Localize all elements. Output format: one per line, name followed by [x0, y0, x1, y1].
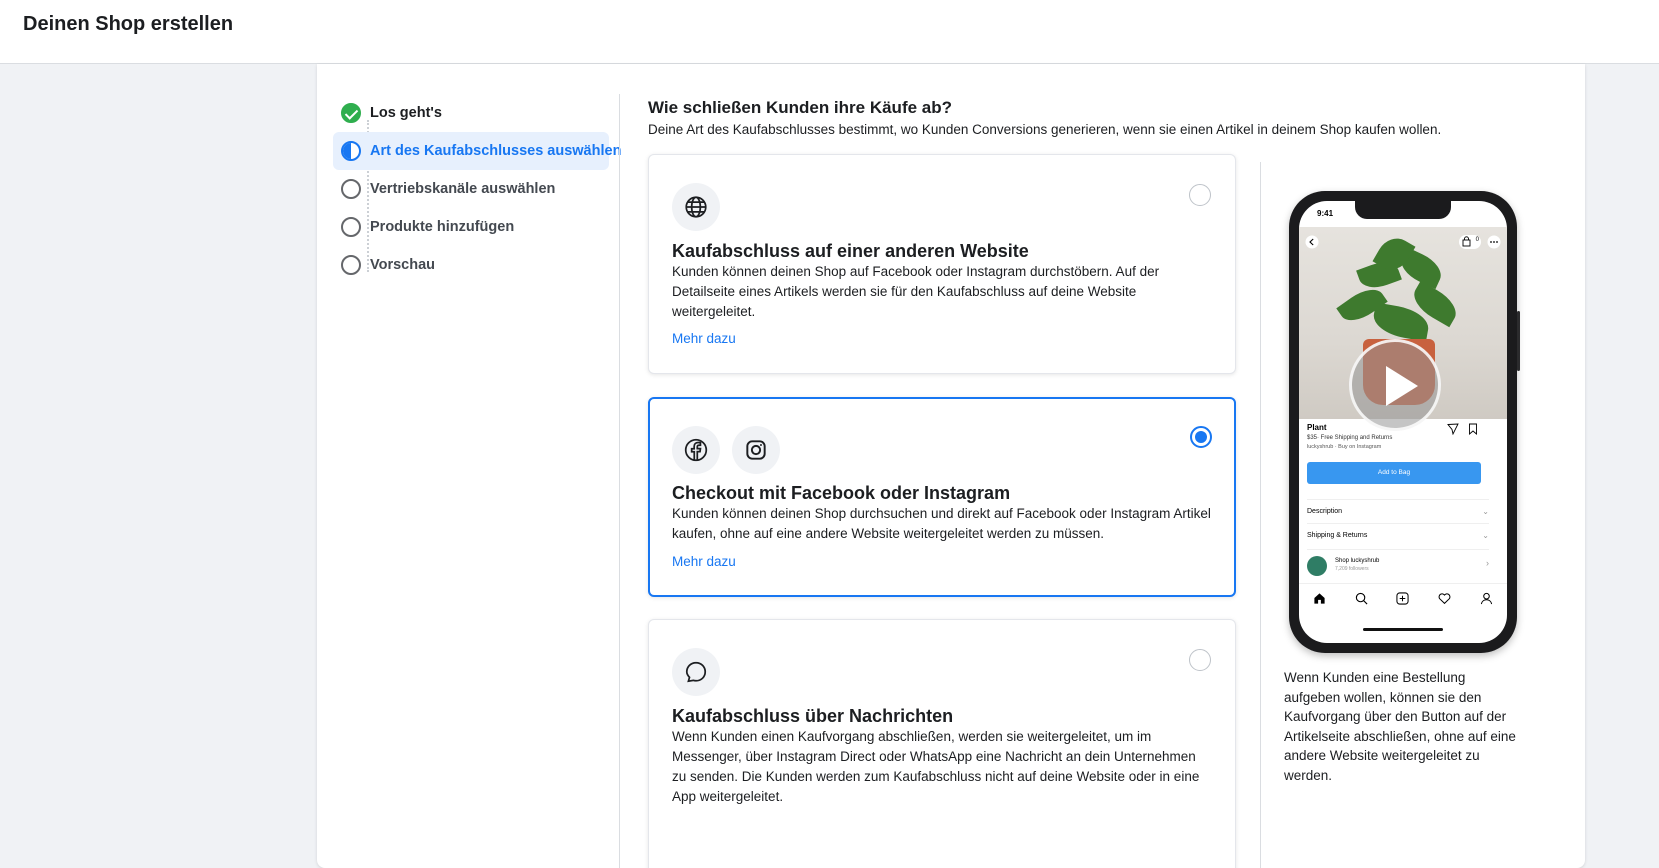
- stepper: Los geht's Art des Kaufabschlusses auswä…: [333, 94, 621, 284]
- phone-notch: [1355, 201, 1451, 219]
- section-title: Wie schließen Kunden ihre Käufe ab?: [648, 98, 953, 117]
- check-circle-icon: [341, 103, 361, 123]
- option-description: Kunden können deinen Shop auf Facebook o…: [672, 264, 1160, 319]
- step-kaufabschluss[interactable]: Art des Kaufabschlusses auswählen: [333, 132, 621, 170]
- half-circle-icon: [341, 141, 361, 161]
- shipping-row: Shipping & Returns ⌄: [1307, 523, 1489, 547]
- home-icon: [1314, 593, 1325, 604]
- option-title: Checkout mit Facebook oder Instagram: [672, 483, 1011, 503]
- product-meta: $35· Free Shipping and Returns: [1307, 435, 1393, 441]
- option-card-other-website[interactable]: Kaufabschluss auf einer anderen Website …: [648, 154, 1236, 374]
- option-title: Kaufabschluss über Nachrichten: [672, 706, 954, 726]
- step-label: Vorschau: [370, 257, 436, 273]
- preview-description: Wenn Kunden eine Bestellung aufgeben wol…: [1284, 670, 1516, 783]
- shop-name: Shop luckyshrub: [1335, 558, 1380, 564]
- option-title: Kaufabschluss auf einer anderen Website: [672, 241, 1029, 261]
- shop-row: Shop luckyshrub 7,209 followers ›: [1307, 549, 1489, 579]
- add-icon: [1396, 592, 1410, 605]
- learn-more-link[interactable]: Mehr dazu: [672, 554, 736, 569]
- facebook-icon: [672, 426, 720, 474]
- phone-side-button: [1517, 311, 1520, 371]
- add-to-bag-button: Add to Bag: [1307, 462, 1481, 484]
- option-card-messages[interactable]: Kaufabschluss über Nachrichten Wenn Kund…: [648, 619, 1236, 868]
- profile-icon: [1480, 592, 1492, 605]
- empty-circle-icon: [341, 255, 361, 275]
- empty-circle-icon: [341, 217, 361, 237]
- step-label: Art des Kaufabschlusses auswählen: [370, 143, 622, 159]
- empty-circle-icon: [341, 179, 361, 199]
- step-produkte[interactable]: Produkte hinzufügen: [333, 208, 609, 246]
- learn-more-link[interactable]: Mehr dazu: [672, 331, 736, 346]
- more-icon: [1487, 235, 1501, 249]
- step-vorschau[interactable]: Vorschau: [333, 246, 609, 284]
- share-icon: [1447, 423, 1459, 435]
- shop-followers: 7,209 followers: [1335, 566, 1369, 572]
- home-indicator: [1363, 628, 1443, 631]
- radio-button[interactable]: [1189, 184, 1211, 206]
- chat-bubble-icon: [672, 648, 720, 696]
- phone-tab-bar: [1299, 583, 1507, 613]
- status-time: 9:41: [1317, 209, 1334, 218]
- product-meta-secondary: luckyshrub · Buy on Instagram: [1307, 444, 1382, 450]
- phone-top-icons: 0: [1305, 235, 1501, 249]
- shop-avatar: [1307, 556, 1327, 576]
- phone-screen: 9:41 0 Plant $35· Free Shipping and Retu…: [1299, 201, 1507, 643]
- step-vertriebskanaele[interactable]: Vertriebskanäle auswählen: [333, 170, 609, 208]
- page-title: Deinen Shop erstellen: [23, 13, 234, 35]
- bag-count: 0: [1475, 237, 1479, 243]
- divider: [619, 94, 620, 868]
- setup-panel: Los geht's Art des Kaufabschlusses auswä…: [317, 64, 1585, 868]
- radio-button-selected[interactable]: [1190, 426, 1212, 448]
- back-icon: [1305, 235, 1319, 249]
- product-name: Plant: [1307, 423, 1327, 432]
- phone-preview: 9:41 0 Plant $35· Free Shipping and Retu…: [1289, 191, 1520, 653]
- play-icon[interactable]: [1349, 339, 1441, 431]
- row-label: Shipping & Returns: [1307, 532, 1368, 539]
- step-los-gehts[interactable]: Los geht's: [333, 94, 609, 132]
- description-row: Description ⌄: [1307, 499, 1489, 523]
- row-label: Description: [1307, 508, 1343, 515]
- top-bar: Deinen Shop erstellen: [0, 0, 1659, 64]
- heart-icon: [1438, 593, 1451, 605]
- step-label: Vertriebskanäle auswählen: [370, 181, 556, 197]
- instagram-icon: [732, 426, 780, 474]
- chevron-right-icon: ›: [1486, 558, 1489, 568]
- chevron-down-icon: ⌄: [1482, 531, 1489, 540]
- bookmark-icon: [1469, 423, 1477, 435]
- option-description: Kunden können deinen Shop durchsuchen un…: [672, 506, 1211, 541]
- globe-icon: [672, 183, 720, 231]
- chevron-down-icon: ⌄: [1482, 507, 1489, 516]
- step-label: Produkte hinzufügen: [370, 219, 515, 235]
- radio-button[interactable]: [1189, 649, 1211, 671]
- step-label: Los geht's: [370, 105, 442, 121]
- search-icon: [1355, 592, 1368, 605]
- divider: [1260, 162, 1261, 868]
- option-description: Wenn Kunden einen Kaufvorgang abschließe…: [672, 729, 1200, 804]
- option-card-checkout-facebook-instagram[interactable]: Checkout mit Facebook oder Instagram Kun…: [648, 397, 1236, 597]
- section-subtitle: Deine Art des Kaufabschlusses bestimmt, …: [648, 122, 1442, 137]
